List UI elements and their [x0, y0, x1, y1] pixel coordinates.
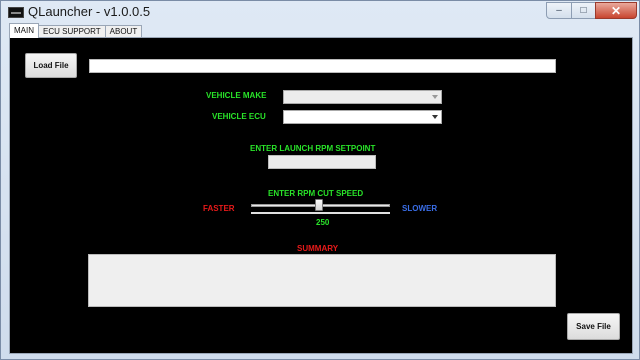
title-bar[interactable]: QLauncher - v1.0.0.5 – □ ✕ [1, 1, 639, 23]
chevron-down-icon [432, 115, 438, 119]
app-window: QLauncher - v1.0.0.5 – □ ✕ MAIN ECU SUPP… [0, 0, 640, 360]
vehicle-make-dropdown[interactable] [283, 90, 442, 104]
rpm-cut-slider-ticks [251, 212, 390, 214]
save-file-button[interactable]: Save File [567, 313, 620, 340]
launch-rpm-input[interactable] [268, 155, 376, 169]
rpm-cut-value: 250 [316, 218, 330, 227]
window-title: QLauncher - v1.0.0.5 [28, 4, 151, 19]
file-path-field[interactable] [89, 59, 556, 73]
tab-main[interactable]: MAIN [9, 23, 39, 38]
vehicle-ecu-label: VEHICLE ECU [212, 112, 266, 121]
launch-rpm-label: ENTER LAUNCH RPM SETPOINT [250, 144, 376, 153]
close-button[interactable]: ✕ [595, 2, 637, 19]
minimize-button[interactable]: – [546, 2, 572, 19]
faster-label: FASTER [203, 204, 235, 213]
slower-label: SLOWER [402, 204, 438, 213]
rpm-cut-slider-thumb[interactable] [315, 199, 323, 211]
vehicle-make-label: VEHICLE MAKE [206, 91, 267, 100]
app-icon [8, 7, 24, 18]
summary-textbox[interactable] [88, 254, 556, 307]
summary-label: SUMMARY [297, 244, 339, 253]
rpm-cut-label: ENTER RPM CUT SPEED [268, 189, 364, 198]
vehicle-ecu-dropdown[interactable] [283, 110, 442, 124]
chevron-down-icon [432, 95, 438, 99]
load-file-button[interactable]: Load File [25, 53, 77, 78]
tab-strip: MAIN ECU SUPPORT ABOUT [9, 23, 143, 38]
main-panel: Load File VEHICLE MAKE VEHICLE ECU ENTER… [9, 37, 633, 354]
maximize-button[interactable]: □ [571, 2, 596, 19]
